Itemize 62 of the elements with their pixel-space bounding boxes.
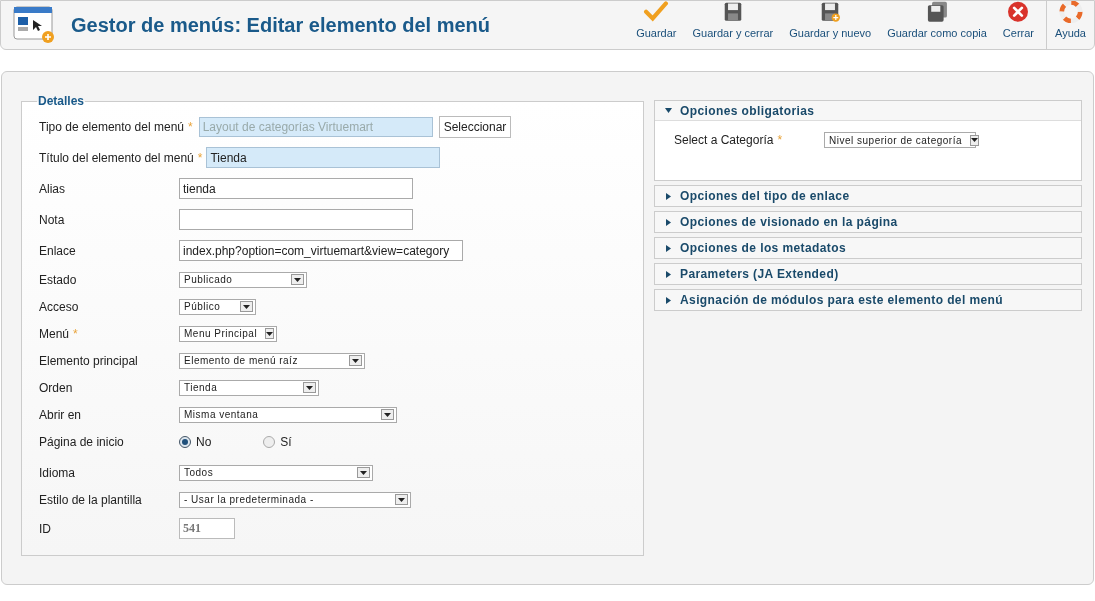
select-field[interactable]: Público xyxy=(179,298,256,315)
toolbar-button[interactable]: Guardar y cerrar xyxy=(684,1,782,49)
field-label: Página de inicio xyxy=(39,433,125,451)
field-label: Orden xyxy=(39,379,74,397)
panel-header[interactable]: Asignación de módulos para este elemento del menú xyxy=(655,290,1081,310)
page-title: Gestor de menús: Editar elemento del menú xyxy=(71,13,490,38)
id-field: 541 xyxy=(179,518,235,539)
select-field[interactable]: Menu Principal xyxy=(179,325,277,342)
field-label: Elemento principal xyxy=(39,352,139,370)
toolbar-button[interactable]: Ayuda xyxy=(1046,1,1094,49)
dropdown-arrow-icon xyxy=(303,382,316,393)
text-field[interactable]: index.php?option=com_virtuemart&view=category xyxy=(179,240,463,261)
field-label: Tipo de elemento del menú * xyxy=(39,119,193,136)
field-label: ID xyxy=(39,520,52,538)
caret-right-icon xyxy=(665,244,672,252)
caret-right-icon xyxy=(665,296,672,304)
toolbar-button[interactable]: Guardar xyxy=(628,1,685,49)
panel-header[interactable]: Opciones de visionado en la página xyxy=(655,212,1081,232)
select-field[interactable]: Misma ventana xyxy=(179,406,397,423)
select-field[interactable]: Publicado xyxy=(179,271,307,288)
field-label: Acceso xyxy=(39,298,80,316)
caret-right-icon xyxy=(665,192,672,200)
field-label: Título del elemento del menú * xyxy=(39,149,203,167)
select-field[interactable]: Elemento de menú raíz xyxy=(179,352,365,369)
caret-right-icon xyxy=(665,218,672,226)
dropdown-arrow-icon xyxy=(357,467,370,478)
panel-header[interactable]: Opciones de los metadatos xyxy=(655,238,1081,258)
caret-down-icon xyxy=(665,107,672,114)
field-label: Estado xyxy=(39,271,78,289)
text-field[interactable]: Tienda xyxy=(206,147,441,168)
select-button[interactable]: Seleccionar xyxy=(438,116,512,138)
select-field[interactable]: Todos xyxy=(179,464,373,481)
toolbar-button[interactable]: Guardar y nuevo xyxy=(781,1,880,49)
select-field[interactable]: - Usar la predeterminada - xyxy=(179,491,411,508)
panel-header[interactable]: Opciones obligatorias xyxy=(655,101,1081,121)
select-field[interactable]: Nivel superior de categoría xyxy=(824,132,976,148)
field-label: Select a Categoría * xyxy=(674,132,784,149)
panel-header[interactable]: Parameters (JA Extended) xyxy=(655,264,1081,284)
field-label: Menú * xyxy=(39,325,79,343)
select-field[interactable]: Tienda xyxy=(179,379,319,396)
text-field[interactable]: tienda xyxy=(179,178,413,199)
radio-option[interactable]: No xyxy=(179,432,212,451)
dropdown-arrow-icon xyxy=(291,274,304,285)
panel-header[interactable]: Opciones del tipo de enlace xyxy=(655,186,1081,206)
text-field[interactable] xyxy=(179,209,413,230)
field-label: Nota xyxy=(39,211,66,229)
caret-right-icon xyxy=(665,270,672,278)
field-label: Abrir en xyxy=(39,406,83,424)
dropdown-arrow-icon xyxy=(265,328,275,339)
radio-option[interactable]: Sí xyxy=(263,432,292,451)
dropdown-arrow-icon xyxy=(349,355,362,366)
toolbar-button[interactable]: Guardar como copia xyxy=(879,1,995,49)
dropdown-arrow-icon xyxy=(240,301,253,312)
field-label: Estilo de la plantilla xyxy=(39,491,143,509)
dropdown-arrow-icon xyxy=(381,409,394,420)
dropdown-arrow-icon xyxy=(395,494,408,505)
menu-item-icon xyxy=(13,6,57,44)
field-label: Enlace xyxy=(39,242,77,260)
field-label: Idioma xyxy=(39,464,77,482)
toolbar-button[interactable]: Cerrar xyxy=(994,1,1042,49)
field-label: Alias xyxy=(39,180,66,198)
fieldset-legend: Detalles xyxy=(37,92,86,110)
